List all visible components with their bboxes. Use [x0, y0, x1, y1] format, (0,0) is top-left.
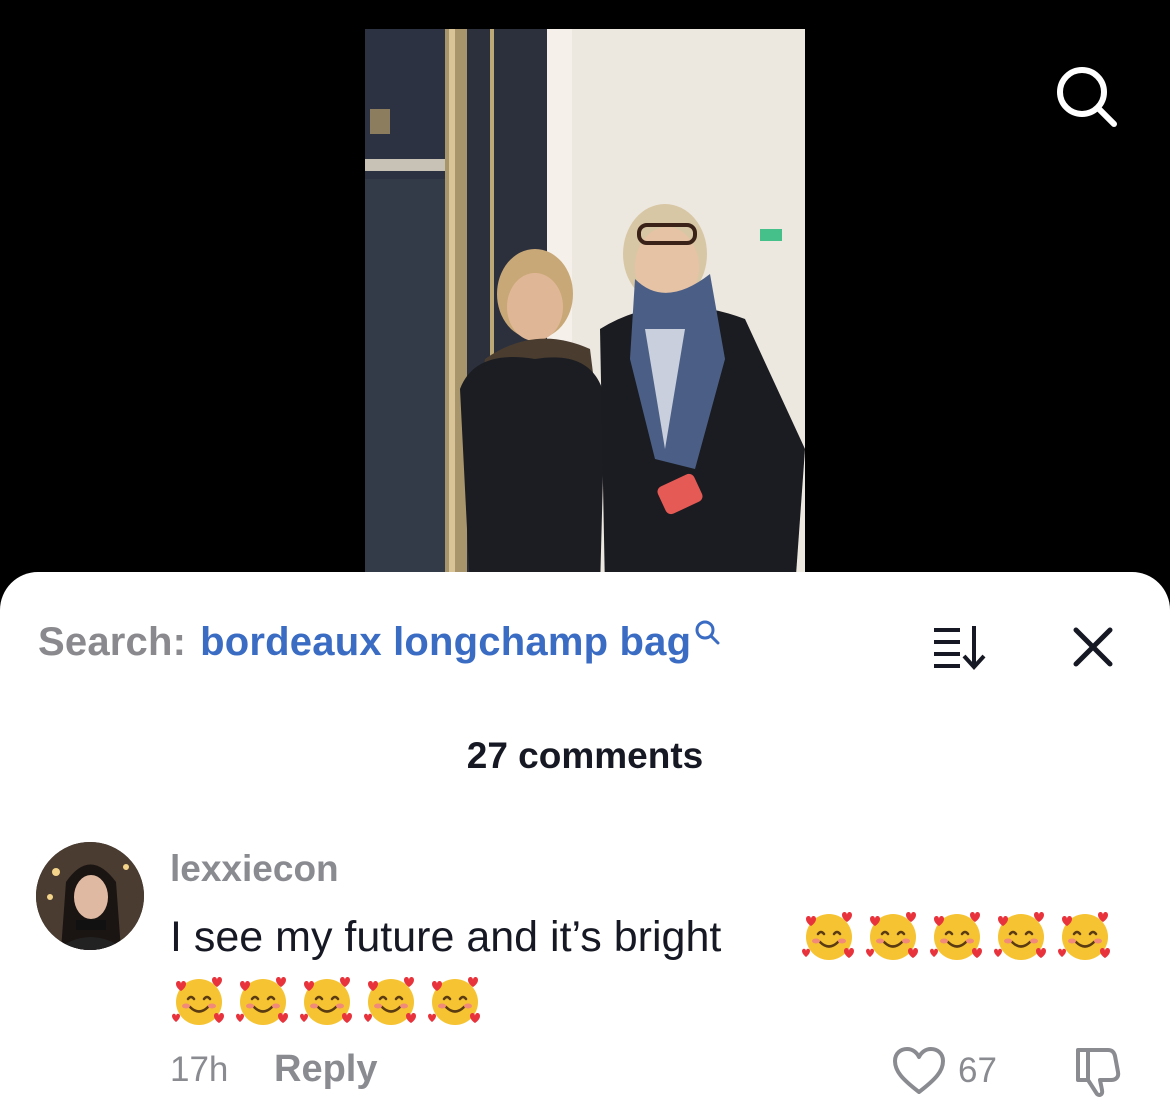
sort-icon[interactable]	[930, 622, 990, 672]
comment-search-bar[interactable]: Search: bordeaux longchamp bag	[38, 620, 723, 680]
screen: Search: bordeaux longchamp bag 27 commen…	[0, 0, 1170, 1116]
video-player[interactable]	[365, 29, 805, 589]
search-icon[interactable]	[1052, 62, 1122, 132]
smiling-face-with-hearts-emoji	[300, 977, 352, 1025]
avatar-image	[36, 842, 144, 950]
video-frame-image	[365, 29, 805, 589]
reply-button[interactable]: Reply	[274, 1048, 377, 1091]
smiling-face-with-hearts-emoji	[172, 977, 224, 1025]
comment-text: I see my future and it’s bright	[170, 905, 1130, 969]
avatar[interactable]	[36, 842, 144, 950]
comment-username[interactable]: lexxiecon	[170, 848, 339, 890]
close-icon[interactable]	[1066, 620, 1120, 674]
thumbs-down-icon[interactable]	[1070, 1046, 1126, 1098]
smiling-face-with-hearts-emoji	[364, 977, 416, 1025]
smiling-face-with-hearts-emoji	[930, 912, 982, 960]
like-count: 67	[958, 1051, 997, 1090]
smiling-face-with-hearts-emoji	[1058, 912, 1110, 960]
smiling-face-with-hearts-emoji	[994, 912, 1046, 960]
comment-timestamp: 17h	[170, 1050, 229, 1089]
smiling-face-with-hearts-emoji	[802, 912, 854, 960]
smiling-face-with-hearts-emoji	[866, 912, 918, 960]
comment-body: I see my future and it’s bright	[170, 913, 722, 961]
heart-icon[interactable]	[892, 1046, 946, 1096]
comments-count: 27 comments	[466, 735, 704, 776]
smiling-face-with-hearts-emoji	[428, 977, 480, 1025]
search-query-link[interactable]: bordeaux longchamp bag	[200, 620, 691, 665]
search-prefix-label: Search:	[38, 620, 187, 664]
smiling-face-with-hearts-emoji	[236, 977, 288, 1025]
search-query-icon	[695, 620, 720, 645]
